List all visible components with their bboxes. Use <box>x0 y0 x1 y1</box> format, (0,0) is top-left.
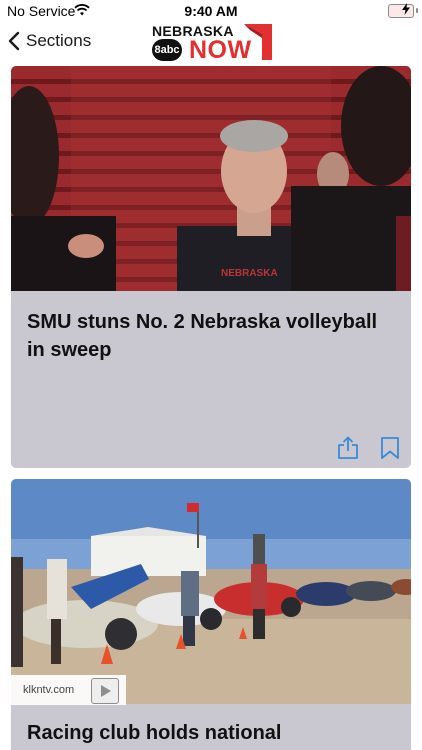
article-actions <box>337 436 401 460</box>
charging-bolt-icon <box>402 3 410 15</box>
clock: 9:40 AM <box>184 3 238 19</box>
article-card[interactable]: NEBRASKA SMU stuns No. 2 Nebraska volley… <box>11 66 411 468</box>
battery-charging-icon <box>388 4 414 18</box>
article-headline[interactable]: Racing club holds national <box>27 719 397 747</box>
bookmark-icon[interactable] <box>379 436 401 460</box>
logo-flag-icon <box>244 24 272 60</box>
back-button[interactable]: Sections <box>8 31 91 51</box>
source-label: klkntv.com <box>23 684 75 696</box>
article-image[interactable]: NEBRASKA <box>11 66 411 291</box>
news-feed[interactable]: NEBRASKA SMU stuns No. 2 Nebraska volley… <box>0 66 422 750</box>
back-button-label: Sections <box>26 31 92 50</box>
logo-bottom-word: NOW <box>189 36 252 64</box>
article-headline[interactable]: SMU stuns No. 2 Nebraska volleyball in s… <box>27 308 387 364</box>
article-image[interactable] <box>11 479 411 704</box>
nav-bar: Sections NEBRASKA 8abc NOW <box>0 22 422 66</box>
article-card[interactable]: klkntv.com Racing club holds national <box>11 479 411 750</box>
play-icon <box>101 685 111 697</box>
status-bar: No Service 9:40 AM <box>0 0 422 22</box>
battery-tip <box>416 8 418 13</box>
chevron-left-icon <box>8 31 20 51</box>
share-icon[interactable] <box>337 436 359 460</box>
source-bar: klkntv.com <box>11 675 126 705</box>
svg-text:NEBRASKA: NEBRASKA <box>221 268 278 279</box>
play-button[interactable] <box>91 678 119 704</box>
app-logo: NEBRASKA 8abc NOW <box>152 22 277 64</box>
logo-badge: 8abc <box>152 39 182 61</box>
